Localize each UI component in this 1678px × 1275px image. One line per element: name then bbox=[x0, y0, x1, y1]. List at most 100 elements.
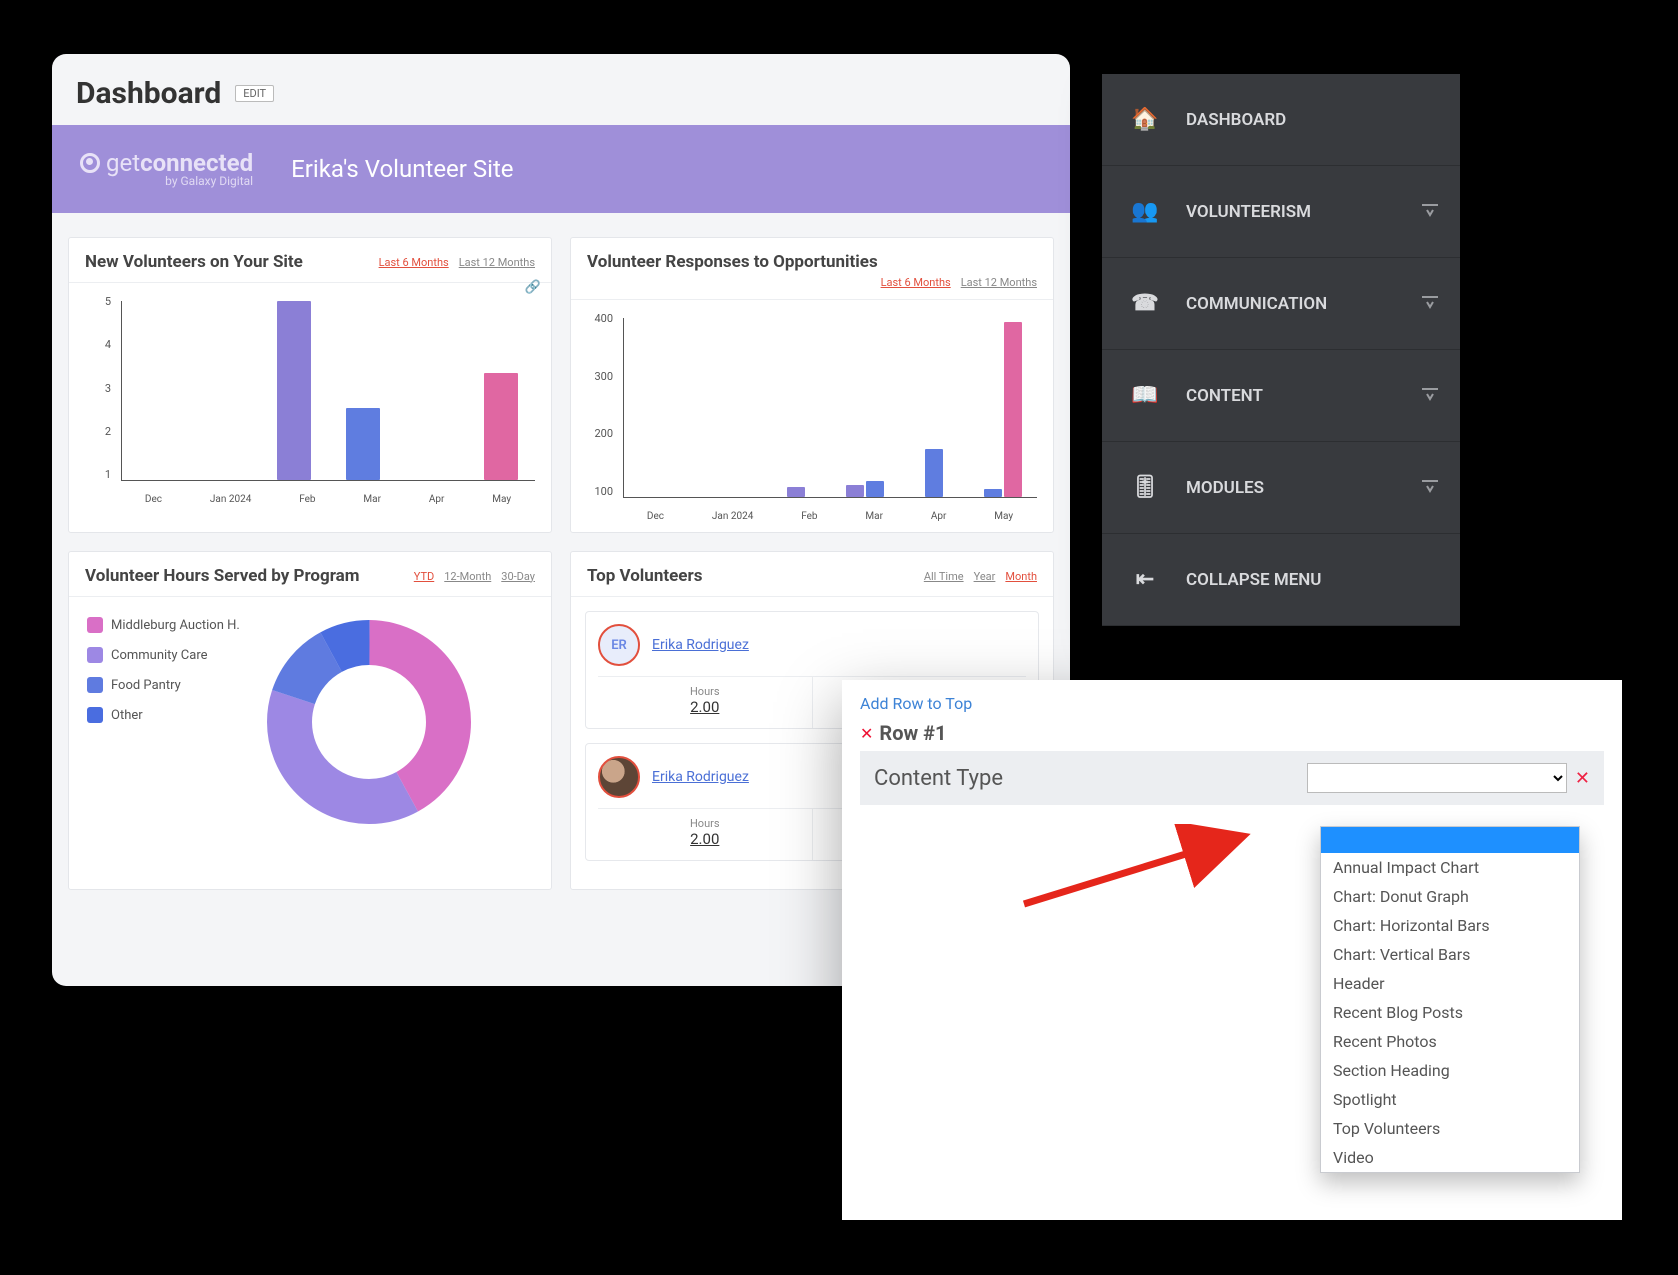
edit-button[interactable]: EDIT bbox=[235, 85, 274, 102]
stat-hours[interactable]: 2.00 bbox=[598, 698, 812, 716]
range-all-time[interactable]: All Time bbox=[924, 570, 964, 583]
content-type-header: Content Type ✕ bbox=[860, 751, 1604, 805]
card-responses: Volunteer Responses to Opportunities Las… bbox=[570, 237, 1054, 533]
donut-chart bbox=[264, 617, 474, 827]
stat-hours[interactable]: 2.00 bbox=[598, 830, 812, 848]
sidebar-item-dashboard[interactable]: 🏠 DASHBOARD bbox=[1102, 74, 1460, 166]
sidebar-item-volunteerism[interactable]: 👥 VOLUNTEERISM bbox=[1102, 166, 1460, 258]
range-ytd[interactable]: YTD bbox=[414, 570, 434, 583]
range-last-12-months[interactable]: Last 12 Months bbox=[459, 256, 535, 269]
card-title: Volunteer Hours Served by Program bbox=[85, 566, 360, 586]
range-12-month[interactable]: 12-Month bbox=[444, 570, 491, 583]
bar bbox=[787, 487, 805, 497]
dropdown-selected-blank[interactable] bbox=[1321, 827, 1579, 853]
dropdown-option[interactable]: Recent Blog Posts bbox=[1321, 998, 1579, 1027]
expand-icon bbox=[1422, 203, 1438, 221]
swatch-icon bbox=[87, 677, 103, 693]
bar bbox=[984, 489, 1002, 497]
collapse-icon: ⇤ bbox=[1128, 567, 1162, 592]
dropdown-option[interactable]: Spotlight bbox=[1321, 1085, 1579, 1114]
page-title: Dashboard bbox=[76, 76, 221, 111]
content-type-label: Content Type bbox=[874, 766, 1003, 791]
swatch-icon bbox=[87, 617, 103, 633]
add-row-link[interactable]: Add Row to Top bbox=[860, 694, 972, 713]
dropdown-option[interactable]: Header bbox=[1321, 969, 1579, 998]
legend-item[interactable]: Community Care bbox=[87, 647, 240, 663]
expand-icon bbox=[1422, 387, 1438, 405]
legend-label: Community Care bbox=[111, 648, 208, 663]
swatch-icon bbox=[87, 707, 103, 723]
dropdown-option[interactable]: Chart: Donut Graph bbox=[1321, 882, 1579, 911]
expand-icon bbox=[1422, 479, 1438, 497]
donut-legend: Middleburg Auction H. Community Care Foo… bbox=[87, 617, 240, 827]
content-type-select[interactable] bbox=[1307, 763, 1567, 793]
sidebar-item-collapse menu[interactable]: ⇤ COLLAPSE MENU bbox=[1102, 534, 1460, 626]
volunteer-name-link[interactable]: Erika Rodriguez bbox=[652, 769, 749, 785]
sidebar-item-content[interactable]: 📖 CONTENT bbox=[1102, 350, 1460, 442]
close-icon[interactable]: ✕ bbox=[1575, 768, 1590, 789]
sliders-icon: 🎚 bbox=[1128, 475, 1162, 500]
sidebar-item-label: COLLAPSE MENU bbox=[1186, 570, 1321, 590]
bar bbox=[846, 485, 864, 497]
legend-item[interactable]: Middleburg Auction H. bbox=[87, 617, 240, 633]
legend-label: Food Pantry bbox=[111, 678, 181, 693]
content-type-dropdown: Annual Impact ChartChart: Donut GraphCha… bbox=[1320, 826, 1580, 1173]
row-title: Row #1 bbox=[879, 721, 946, 745]
logo-text-primary: get bbox=[106, 149, 140, 177]
dashboard-header: Dashboard EDIT bbox=[52, 54, 1070, 125]
dropdown-option[interactable]: Video bbox=[1321, 1143, 1579, 1172]
range-last-12-months[interactable]: Last 12 Months bbox=[961, 276, 1037, 289]
dropdown-option[interactable]: Annual Impact Chart bbox=[1321, 853, 1579, 882]
content-type-popup: Add Row to Top ✕ Row #1 Content Type ✕ A… bbox=[842, 680, 1622, 1220]
legend-label: Middleburg Auction H. bbox=[111, 618, 240, 633]
sidebar-nav: 🏠 DASHBOARD 👥 VOLUNTEERISM ☎ COMMUNICATI… bbox=[1102, 74, 1460, 626]
bar bbox=[866, 481, 884, 497]
sidebar-item-label: COMMUNICATION bbox=[1186, 294, 1327, 314]
logo-text-secondary: connected bbox=[140, 149, 253, 177]
bar bbox=[925, 449, 943, 497]
remove-row-button[interactable]: ✕ bbox=[860, 724, 873, 743]
range-month[interactable]: Month bbox=[1005, 570, 1037, 583]
sidebar-item-label: DASHBOARD bbox=[1186, 110, 1286, 130]
volunteer-name-link[interactable]: Erika Rodriguez bbox=[652, 637, 749, 653]
sidebar-item-modules[interactable]: 🎚 MODULES bbox=[1102, 442, 1460, 534]
expand-icon bbox=[1422, 295, 1438, 313]
bar bbox=[1004, 322, 1022, 497]
card-title: Top Volunteers bbox=[587, 566, 702, 586]
legend-label: Other bbox=[111, 708, 143, 723]
chart-new-volunteers: 54321DecJan 2024FebMarAprMay bbox=[79, 295, 541, 505]
bar bbox=[484, 373, 518, 480]
legend-item[interactable]: Food Pantry bbox=[87, 677, 240, 693]
stat-label: Hours bbox=[598, 685, 812, 698]
bar bbox=[277, 301, 311, 480]
home-icon: 🏠 bbox=[1128, 107, 1162, 132]
card-hours-by-program: Volunteer Hours Served by Program YTD 12… bbox=[68, 551, 552, 890]
avatar[interactable] bbox=[598, 756, 640, 798]
range-last-6-months[interactable]: Last 6 Months bbox=[379, 256, 449, 269]
dropdown-option[interactable]: Chart: Horizontal Bars bbox=[1321, 911, 1579, 940]
dropdown-option[interactable]: Top Volunteers bbox=[1321, 1114, 1579, 1143]
card-title: Volunteer Responses to Opportunities bbox=[587, 252, 878, 272]
sidebar-item-label: CONTENT bbox=[1186, 386, 1263, 406]
dropdown-option[interactable]: Section Heading bbox=[1321, 1056, 1579, 1085]
range-30-day[interactable]: 30-Day bbox=[501, 570, 535, 583]
hero-banner: getconnected by Galaxy Digital Erika's V… bbox=[52, 125, 1070, 213]
site-title: Erika's Volunteer Site bbox=[291, 155, 513, 183]
sidebar-item-label: MODULES bbox=[1186, 478, 1264, 498]
dropdown-option[interactable]: Recent Photos bbox=[1321, 1027, 1579, 1056]
range-year[interactable]: Year bbox=[974, 570, 996, 583]
avatar[interactable]: ER bbox=[598, 624, 640, 666]
bar bbox=[346, 408, 380, 480]
logo-icon bbox=[80, 153, 100, 173]
book-icon: 📖 bbox=[1128, 383, 1162, 408]
sidebar-item-communication[interactable]: ☎ COMMUNICATION bbox=[1102, 258, 1460, 350]
dropdown-option[interactable]: Chart: Vertical Bars bbox=[1321, 940, 1579, 969]
card-title: New Volunteers on Your Site bbox=[85, 252, 303, 272]
swatch-icon bbox=[87, 647, 103, 663]
phone-icon: ☎ bbox=[1128, 291, 1162, 316]
people-icon: 👥 bbox=[1128, 199, 1162, 224]
stat-label: Hours bbox=[598, 817, 812, 830]
range-last-6-months[interactable]: Last 6 Months bbox=[881, 276, 951, 289]
sidebar-item-label: VOLUNTEERISM bbox=[1186, 202, 1311, 222]
legend-item[interactable]: Other bbox=[87, 707, 240, 723]
